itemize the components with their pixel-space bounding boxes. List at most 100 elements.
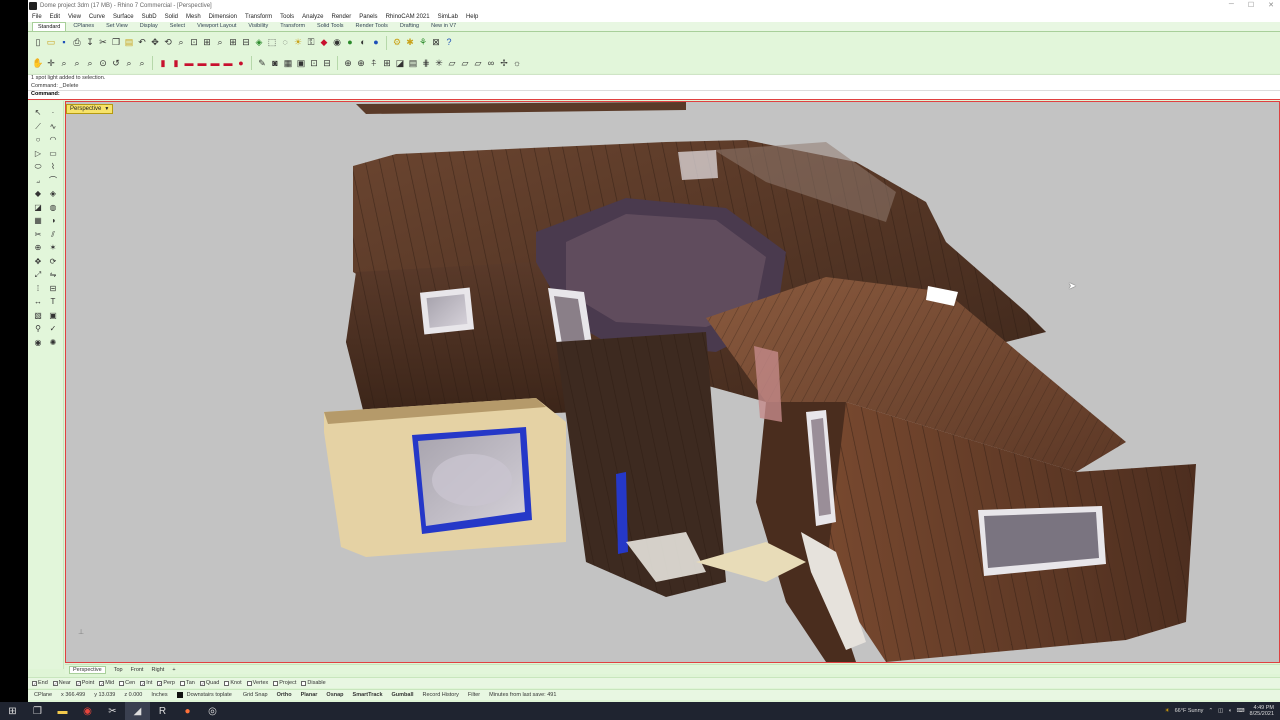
tab-standard[interactable]: Standard xyxy=(32,22,67,31)
grid-snap-toggle[interactable]: Grid Snap xyxy=(241,692,270,698)
command-prompt-input[interactable]: Command: xyxy=(28,90,1280,99)
zoom-window-icon[interactable]: ⊡ xyxy=(188,37,200,49)
array-left-icon[interactable]: ⁞ xyxy=(32,283,44,295)
cplane-icon[interactable]: ⊟ xyxy=(240,37,252,49)
menu-view[interactable]: View xyxy=(68,14,81,20)
view-tab-top[interactable]: Top xyxy=(114,667,123,673)
osnap-checkbox[interactable] xyxy=(301,680,307,686)
chrome-icon[interactable]: ◉ xyxy=(75,702,100,720)
osnap-checkbox[interactable] xyxy=(119,680,125,686)
target-icon[interactable]: ⊕ xyxy=(342,57,354,69)
close-button[interactable]: ✕ xyxy=(1268,1,1274,9)
osnap-near[interactable]: ✓ Near xyxy=(52,680,71,686)
osnap-point[interactable]: ✓ Point xyxy=(75,680,94,686)
align-icon[interactable]: ⊞ xyxy=(381,57,393,69)
new-file-icon[interactable]: ▯ xyxy=(32,37,44,49)
osnap-checkbox[interactable] xyxy=(224,680,230,686)
import-icon[interactable]: ↧ xyxy=(84,37,96,49)
point-icon[interactable]: · xyxy=(47,107,59,119)
surface-icon[interactable]: ◆ xyxy=(32,188,44,200)
extrude-icon[interactable]: ◈ xyxy=(47,188,59,200)
undo-icon[interactable]: ↶ xyxy=(136,37,148,49)
rotate-left-icon[interactable]: ⟳ xyxy=(47,256,59,268)
tab-cplanes[interactable]: CPlanes xyxy=(68,22,99,31)
minimize-button[interactable]: ─ xyxy=(1229,1,1234,9)
zoom-target-icon[interactable]: ⊙ xyxy=(97,57,109,69)
box-icon[interactable]: ◪ xyxy=(32,202,44,214)
sphere-icon[interactable]: ◍ xyxy=(47,202,59,214)
select-arrow-icon[interactable]: ↖ xyxy=(32,107,44,119)
pan-icon[interactable]: ✥ xyxy=(149,37,161,49)
print-icon[interactable]: ⎙ xyxy=(71,37,83,49)
polyline-icon[interactable]: ⟋ xyxy=(32,121,44,133)
tray-chevron-icon[interactable]: ⌃ xyxy=(1208,708,1213,714)
light-left-icon[interactable]: ✺ xyxy=(47,337,59,349)
language-icon[interactable]: ⌨ xyxy=(1237,708,1245,714)
scale-icon[interactable]: ◪ xyxy=(394,57,406,69)
osnap-checkbox[interactable] xyxy=(179,680,185,686)
pin-icon[interactable]: ⍏ xyxy=(368,57,380,69)
snap-icon[interactable]: ⊡ xyxy=(308,57,320,69)
menu-help[interactable]: Help xyxy=(466,14,478,20)
red-tool-4-icon[interactable]: ▬ xyxy=(196,57,208,69)
open-file-icon[interactable]: ▭ xyxy=(45,37,57,49)
render-icon[interactable]: ● xyxy=(344,37,356,49)
ortho-toggle[interactable]: Ortho xyxy=(275,692,294,698)
materials-icon[interactable]: ◐ xyxy=(357,37,369,49)
undo-view-icon[interactable]: ↺ xyxy=(110,57,122,69)
osnap-checkbox[interactable]: ✓ xyxy=(52,680,58,686)
named-view-icon[interactable]: ▣ xyxy=(295,57,307,69)
red-tool-6-icon[interactable]: ▬ xyxy=(222,57,234,69)
osnap-disable[interactable]: Disable xyxy=(301,680,326,686)
snipping-icon[interactable]: ✂ xyxy=(100,702,125,720)
plugin-icon[interactable]: ✱ xyxy=(404,37,416,49)
viewport-label[interactable]: Perspective ▼ xyxy=(66,104,114,114)
zoom-prev-icon[interactable]: ⌕ xyxy=(136,57,148,69)
light-bulb-icon[interactable]: ☀ xyxy=(292,37,304,49)
menu-transform[interactable]: Transform xyxy=(245,14,272,20)
mirror-icon[interactable]: ⏥ xyxy=(472,57,484,69)
osnap-checkbox[interactable]: ✓ xyxy=(99,680,105,686)
help-icon[interactable]: ? xyxy=(443,37,455,49)
tab-select[interactable]: Select xyxy=(165,22,190,31)
loop-icon[interactable]: ∞ xyxy=(485,57,497,69)
set-view-icon[interactable]: ◈ xyxy=(253,37,265,49)
grasshopper-icon[interactable]: ⚘ xyxy=(417,37,429,49)
maximize-button[interactable]: ☐ xyxy=(1248,1,1254,9)
hide-icon[interactable]: ◌ xyxy=(279,37,291,49)
explode-icon[interactable]: ✳ xyxy=(433,57,445,69)
analyze-icon[interactable]: ⚲ xyxy=(32,323,44,335)
windows-start-icon[interactable]: ⊞ xyxy=(0,702,25,720)
layout-icon[interactable]: ⊟ xyxy=(321,57,333,69)
menu-mesh[interactable]: Mesh xyxy=(186,14,201,20)
tab-set-view[interactable]: Set View xyxy=(101,22,133,31)
perspective-viewport[interactable]: Perspective ▼ ⊥ ➤ xyxy=(65,101,1280,663)
obs-icon[interactable]: ◎ xyxy=(200,702,225,720)
tab-solid-tools[interactable]: Solid Tools xyxy=(312,22,349,31)
osnap-end[interactable]: ✓ End xyxy=(32,680,48,686)
flip-icon[interactable]: ⏥ xyxy=(459,57,471,69)
menu-tools[interactable]: Tools xyxy=(280,14,294,20)
menu-dimension[interactable]: Dimension xyxy=(209,14,237,20)
tab-display[interactable]: Display xyxy=(135,22,163,31)
menu-solid[interactable]: Solid xyxy=(165,14,178,20)
zoom-out-icon[interactable]: ⌕ xyxy=(71,57,83,69)
options-gear-icon[interactable]: ⚙ xyxy=(391,37,403,49)
split-icon[interactable]: ⫽ xyxy=(47,229,59,241)
view-tab-perspective[interactable]: Perspective xyxy=(69,665,106,674)
dimension-icon[interactable]: ↔ xyxy=(32,296,44,308)
smarttrack-toggle[interactable]: SmartTrack xyxy=(351,692,385,698)
tab-transform[interactable]: Transform xyxy=(275,22,310,31)
camera-icon[interactable]: ◙ xyxy=(269,57,281,69)
align-left-icon[interactable]: ⊟ xyxy=(47,283,59,295)
explode-left-icon[interactable]: ✶ xyxy=(47,242,59,254)
lock-icon[interactable]: ⚿ xyxy=(305,37,317,49)
menu-curve[interactable]: Curve xyxy=(89,14,105,20)
array-icon[interactable]: ⋕ xyxy=(420,57,432,69)
paste-icon[interactable]: ▤ xyxy=(123,37,135,49)
render-left-icon[interactable]: ◉ xyxy=(32,337,44,349)
osnap-quad[interactable]: ✓ Quad xyxy=(199,680,219,686)
red-tool-5-icon[interactable]: ▬ xyxy=(209,57,221,69)
record-history-toggle[interactable]: Record History xyxy=(421,692,461,698)
join-icon[interactable]: ⊕ xyxy=(32,242,44,254)
